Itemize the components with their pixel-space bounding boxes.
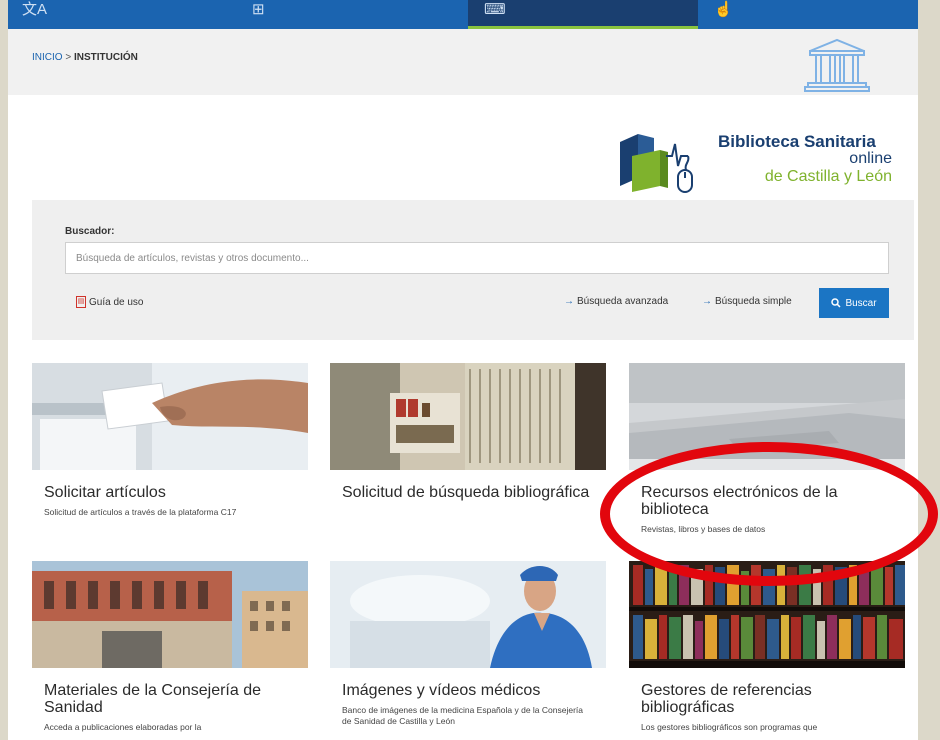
logo-subtitle-region: de Castilla y León [764,168,892,185]
card-description: Los gestores bibliográficos son programa… [641,722,818,732]
search-icon [831,298,841,308]
highlight-annotation-ellipse [600,442,938,586]
card-health-materials[interactable]: Materiales de la Consejería de Sanidad A… [32,561,308,733]
breadcrumb-current: INSTITUCIÓN [73,52,138,63]
card-description: Banco de imágenes de la medicina Español… [342,705,583,726]
keyboard-icon: ⌨ [484,1,506,18]
advanced-search-label: Búsqueda avanzada [577,296,669,307]
guide-link[interactable]: ▤ Guía de uso [76,296,143,308]
breadcrumb-separator: > [65,52,72,63]
books-mouse-icon [620,134,693,193]
top-nav-bar: 文A ⊞ ⌨ ☝ [8,0,918,29]
card-image-medical-images [330,561,606,668]
card-title: Imágenes y vídeos médicos [342,682,541,699]
arrow-right-icon: → [702,296,712,307]
card-medical-images[interactable]: Imágenes y vídeos médicos Banco de imáge… [330,561,606,727]
card-description: Solicitud de artículos a través de la pl… [44,507,237,517]
arrow-right-icon: → [564,296,574,307]
card-reference-managers[interactable]: Gestores de referencias bibliográficas L… [629,561,905,733]
logo-subtitle-online: online [849,150,892,167]
card-title: Gestores de referencias bibliográficas [641,682,812,716]
card-image-health-materials [32,561,308,668]
pdf-icon: ▤ [76,296,86,308]
card-title: Materiales de la Consejería de Sanidad [44,682,262,716]
breadcrumb-home-link[interactable]: INICIO [32,52,63,63]
card-description: Acceda a publicaciones elaboradas por la [44,722,202,732]
search-label: Buscador: [65,226,115,237]
logo-title: Biblioteca Sanitaria [718,132,876,151]
guide-link-label: Guía de uso [89,296,144,308]
breadcrumb: INICIO > INSTITUCIÓN [32,52,138,63]
nav-tab-network[interactable]: ⊞ [238,0,468,29]
search-button[interactable]: Buscar [819,288,889,318]
card-request-articles[interactable]: Solicitar artículos Solicitud de artícul… [32,363,308,518]
search-button-label: Buscar [845,297,877,309]
nav-tab-keyboard[interactable]: ⌨ [468,0,698,29]
card-image-bibliographic-search [330,363,606,470]
breadcrumb-band: INICIO > INSTITUCIÓN [8,29,918,95]
site-logo[interactable]: Biblioteca Sanitaria online de Castilla … [614,126,904,196]
card-title: Solicitud de búsqueda bibliográfica [342,484,590,501]
simple-search-link[interactable]: → Búsqueda simple [702,296,792,307]
translate-icon: 文A [22,1,48,18]
card-title: Solicitar artículos [44,484,166,501]
advanced-search-link[interactable]: → Búsqueda avanzada [564,296,668,307]
hand-icon: ☝ [714,1,733,18]
nav-tab-hand[interactable]: ☝ [698,0,918,29]
search-panel: Buscador: ▤ Guía de uso →Búsqueda avanza… [32,200,914,340]
search-input[interactable] [65,242,889,274]
nav-tab-translate[interactable]: 文A [8,0,238,29]
card-image-request-articles [32,363,308,470]
simple-search-label: Búsqueda simple [715,296,792,307]
institution-icon [804,38,870,92]
card-bibliographic-search[interactable]: Solicitud de búsqueda bibliográfica [330,363,606,507]
network-icon: ⊞ [252,1,265,18]
browser-page: 文A ⊞ ⌨ ☝ INICIO > INSTITUCIÓN Biblioteca… [8,0,918,740]
